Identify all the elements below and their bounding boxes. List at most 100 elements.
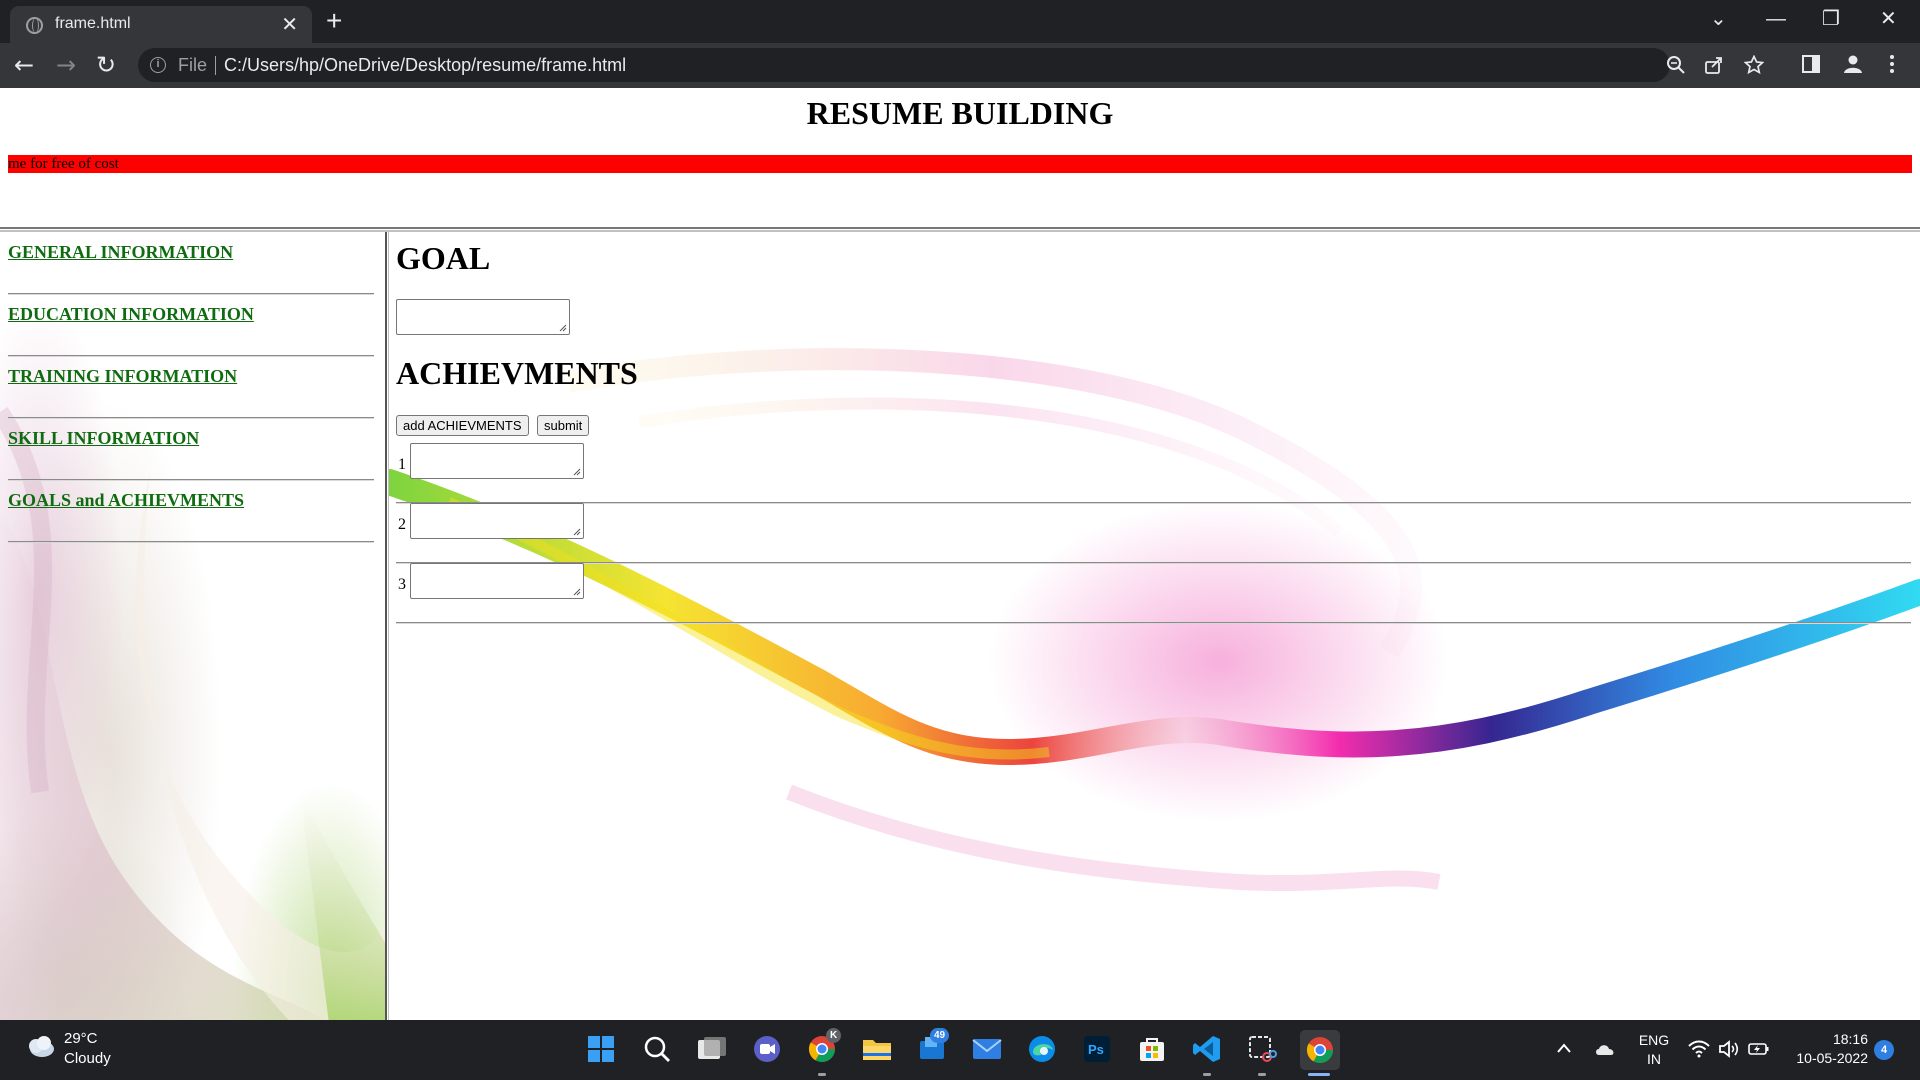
profile-icon[interactable]	[1843, 54, 1863, 74]
photoshop-icon: Ps	[1084, 1036, 1110, 1062]
svg-text:Ps: Ps	[1088, 1042, 1104, 1057]
achievement-row: 3	[396, 563, 1911, 623]
start-button[interactable]	[584, 1032, 618, 1066]
chrome-active-button[interactable]	[1300, 1030, 1340, 1070]
clock-date[interactable]: 10-05-2022	[1778, 1050, 1868, 1066]
tab-title: frame.html	[55, 15, 131, 32]
nav-item-general: GENERAL INFORMATION	[8, 232, 374, 294]
chevron-up-icon[interactable]	[1556, 1042, 1572, 1054]
microsoft-store-button[interactable]	[1135, 1032, 1169, 1066]
marquee-text: me for free of cost	[8, 156, 119, 172]
address-bar[interactable]: i File C:/Users/hp/OneDrive/Desktop/resu…	[138, 48, 1764, 82]
side-panel-icon[interactable]	[1802, 55, 1820, 73]
speaker-icon[interactable]	[1718, 1040, 1740, 1058]
page-viewport: RESUME BUILDING me for free of cost GENE…	[0, 88, 1920, 1020]
edge-button[interactable]	[1025, 1032, 1059, 1066]
nav-item-education: EDUCATION INFORMATION	[8, 294, 374, 356]
goal-heading: GOAL	[396, 240, 491, 276]
battery-charging-icon[interactable]	[1748, 1041, 1770, 1057]
content-frame: GOAL ACHIEVMENTS add ACHIEVMENTS submit …	[389, 232, 1920, 1020]
forward-button[interactable]: →	[56, 49, 76, 81]
tab-search-dropdown-icon[interactable]: ⌄	[1710, 4, 1727, 34]
nav-link-general-information[interactable]: GENERAL INFORMATION	[8, 242, 233, 263]
resize-handle-icon[interactable]	[559, 324, 567, 332]
snipping-tool-icon	[1249, 1036, 1277, 1062]
windows-taskbar: 29°C Cloudy K 49 Ps ENG IN 18:16 10-05-2…	[0, 1020, 1920, 1080]
clock-time[interactable]: 18:16	[1788, 1031, 1868, 1047]
running-indicator	[1203, 1073, 1211, 1076]
search-icon	[644, 1036, 670, 1062]
photoshop-button[interactable]: Ps	[1080, 1032, 1114, 1066]
nav-link-skill-information[interactable]: SKILL INFORMATION	[8, 428, 199, 449]
browser-tab-strip: frame.html ✕ + ⌄ — ❐ ✕	[0, 0, 1920, 43]
vscode-button[interactable]	[1190, 1032, 1224, 1066]
nav-link-training-information[interactable]: TRAINING INFORMATION	[8, 366, 237, 387]
mail-button[interactable]	[970, 1032, 1004, 1066]
achievement-textarea-1[interactable]	[410, 443, 584, 479]
active-app-indicator	[1308, 1073, 1330, 1076]
browser-tab[interactable]: frame.html ✕	[10, 6, 312, 43]
share-icon[interactable]	[1704, 55, 1724, 75]
page-title: RESUME BUILDING	[806, 95, 1114, 131]
running-indicator	[818, 1073, 826, 1076]
windows-logo-icon	[588, 1036, 614, 1062]
achievement-textarea-2[interactable]	[410, 503, 584, 539]
goal-textarea[interactable]	[396, 299, 570, 335]
tab-close-icon[interactable]: ✕	[281, 12, 298, 37]
resize-handle-icon[interactable]	[573, 468, 581, 476]
url-scheme-label: File	[178, 55, 208, 75]
wifi-icon[interactable]	[1688, 1040, 1710, 1058]
submit-button[interactable]: submit	[537, 415, 590, 436]
nav-item-goals: GOALS and ACHIEVMENTS	[8, 480, 374, 542]
menu-kebab-icon[interactable]	[1888, 54, 1896, 74]
nav-item-training: TRAINING INFORMATION	[8, 356, 374, 418]
language-indicator[interactable]: ENG	[1636, 1032, 1672, 1048]
url-text[interactable]: C:/Users/hp/OneDrive/Desktop/resume/fram…	[224, 55, 626, 76]
achievement-number: 2	[398, 516, 406, 533]
nav-link-education-information[interactable]: EDUCATION INFORMATION	[8, 304, 254, 325]
teams-chat-button[interactable]	[750, 1032, 784, 1066]
file-explorer-button[interactable]	[860, 1032, 894, 1066]
header-frame: RESUME BUILDING me for free of cost	[0, 88, 1920, 228]
achievement-number: 1	[398, 456, 406, 473]
achievement-row: 1	[396, 443, 1911, 503]
cloudy-weather-icon[interactable]	[24, 1034, 56, 1060]
achievement-textarea-3[interactable]	[410, 563, 584, 599]
weather-temperature[interactable]: 29°C	[64, 1030, 98, 1047]
close-window-button[interactable]: ✕	[1880, 4, 1897, 34]
outlook-unread-badge: 49	[930, 1028, 950, 1043]
minimize-button[interactable]: —	[1766, 4, 1786, 34]
navigation-frame: GENERAL INFORMATION EDUCATION INFORMATIO…	[0, 232, 385, 1020]
task-view-button[interactable]	[695, 1032, 729, 1066]
new-tab-button[interactable]: +	[326, 6, 342, 36]
add-achievements-button[interactable]: add ACHIEVMENTS	[396, 415, 529, 436]
language-region[interactable]: IN	[1636, 1051, 1672, 1067]
marquee-banner: me for free of cost	[8, 155, 1912, 173]
back-button[interactable]: ←	[14, 49, 34, 81]
weather-description[interactable]: Cloudy	[64, 1050, 111, 1067]
reload-button[interactable]: ↻	[96, 49, 116, 81]
background-swirl-rainbow	[389, 348, 1920, 892]
achievement-number: 3	[398, 576, 406, 593]
onedrive-cloud-icon[interactable]	[1594, 1042, 1616, 1056]
mail-icon	[972, 1039, 1002, 1059]
bookmark-star-icon[interactable]	[1744, 55, 1764, 75]
globe-icon	[26, 17, 43, 34]
edge-icon	[1029, 1036, 1055, 1062]
taskbar-search-button[interactable]	[640, 1032, 674, 1066]
resize-handle-icon[interactable]	[573, 588, 581, 596]
zoom-icon[interactable]	[1666, 55, 1686, 75]
achievements-heading: ACHIEVMENTS	[396, 355, 638, 391]
running-indicator	[1258, 1073, 1266, 1076]
chrome-icon	[1306, 1037, 1334, 1064]
site-info-icon[interactable]: i	[150, 57, 166, 73]
folder-icon	[863, 1040, 891, 1060]
store-icon	[1140, 1038, 1164, 1061]
url-separator	[215, 56, 216, 75]
vscode-icon	[1193, 1036, 1220, 1062]
notification-count-badge[interactable]: 4	[1874, 1040, 1894, 1060]
resize-handle-icon[interactable]	[573, 528, 581, 536]
nav-link-goals-and-achievements[interactable]: GOALS and ACHIEVMENTS	[8, 490, 244, 511]
snipping-tool-button[interactable]	[1245, 1032, 1279, 1066]
restore-button[interactable]: ❐	[1822, 4, 1840, 34]
